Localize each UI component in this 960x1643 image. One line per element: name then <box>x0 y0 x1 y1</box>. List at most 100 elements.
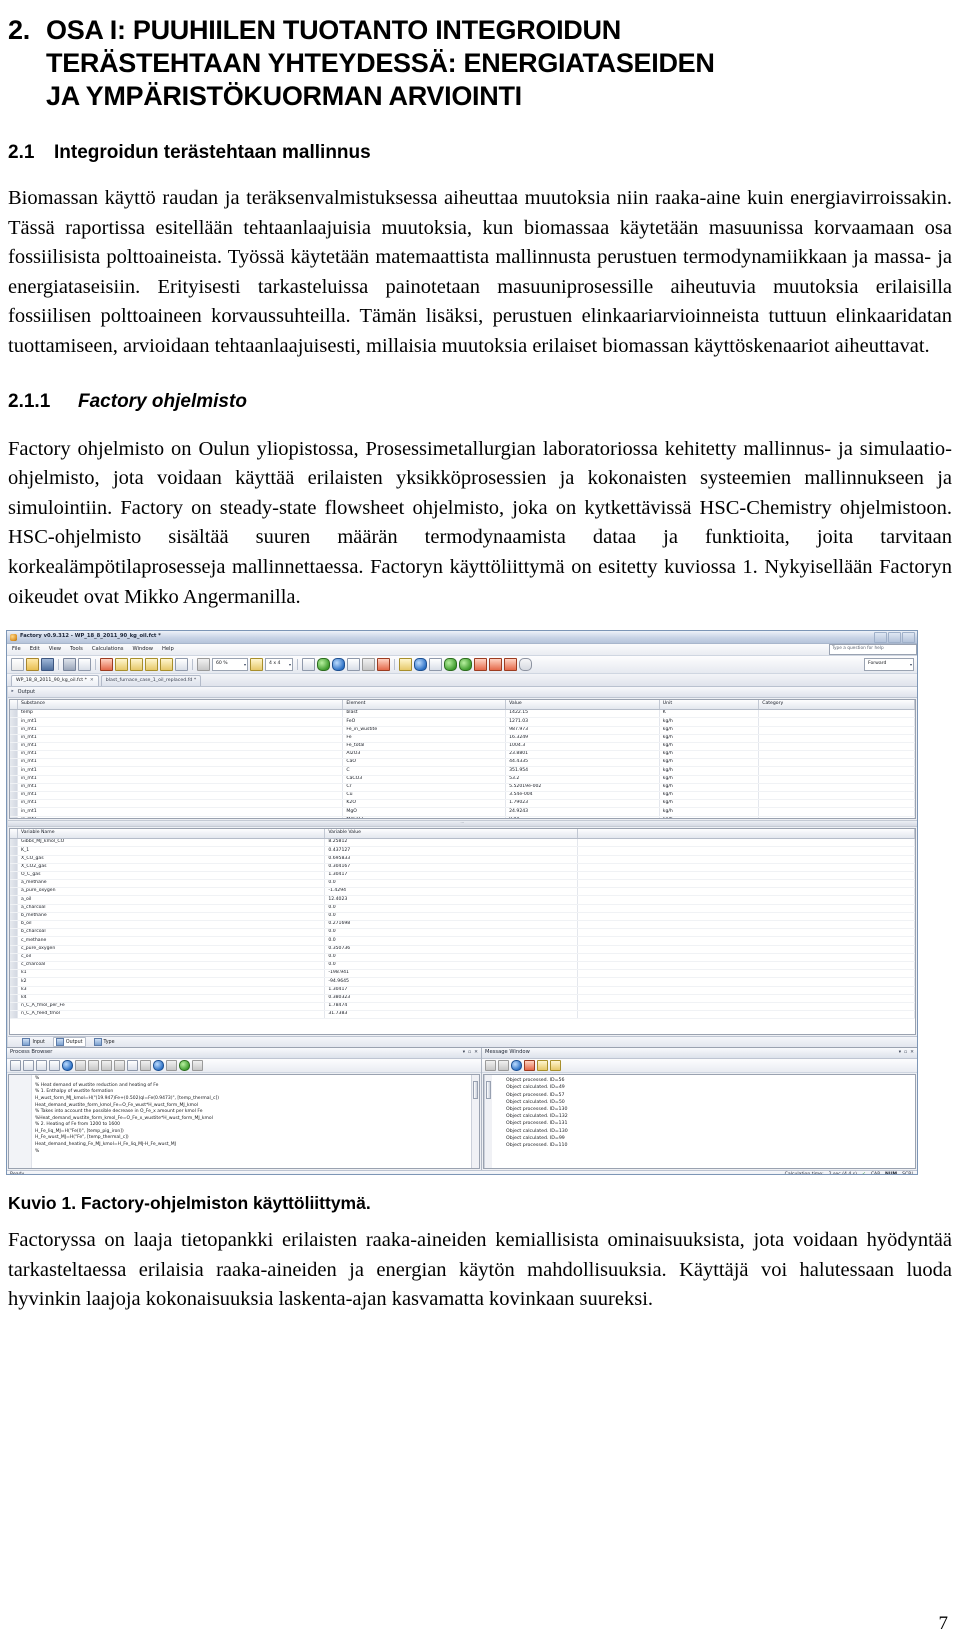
table-row[interactable]: in_mt1 Cu 3.54e-004 kg/h <box>10 791 915 801</box>
table-row[interactable]: O_C_gas 1.30417 <box>10 871 915 881</box>
message-window-toolbar[interactable] <box>482 1059 917 1074</box>
table-row[interactable]: in_mt1 Fe_in_wustite 987.973 kg/h <box>10 726 915 735</box>
copy-icon[interactable] <box>511 1060 522 1072</box>
variables-table-body[interactable]: Gibbs_MJ_kmol_CO 8.25812 K_1 0.437127 X_CO_g… <box>10 838 915 1020</box>
zoom-target-icon[interactable] <box>197 658 210 672</box>
menu-item-view[interactable]: View <box>49 646 61 652</box>
cut-icon[interactable] <box>332 658 345 672</box>
output-grid[interactable]: Substance Element Value Unit Category te… <box>9 699 916 820</box>
document-tab-fd[interactable]: blast_furnace_case_1_oil_replaced.fd * <box>100 675 202 687</box>
document-tabstrip[interactable]: WP_18_8_2011_90_kg_oil.fct * ✕ blast_fur… <box>7 674 917 688</box>
save-script-icon[interactable] <box>88 1060 99 1072</box>
io-tab-type[interactable]: Type <box>92 1038 117 1047</box>
table-row[interactable]: X_CO2_gas 0.304167 <box>10 863 915 872</box>
clear-icon[interactable] <box>524 1060 535 1072</box>
output-table-body[interactable]: temp blast 1422.15 Kin_mt1 FeO 1271.03 kg/h in_… <box>10 709 915 819</box>
grid-snap-icon[interactable] <box>250 658 263 672</box>
message-lines[interactable]: Object processed. ID=56 Object calculated… <box>492 1075 915 1168</box>
variables-grid[interactable]: Variable Name Variable Value Gibbs_MJ_km… <box>9 828 916 1036</box>
io-tab-output[interactable]: Output <box>52 1037 86 1048</box>
table-row[interactable]: in_mt1 K2O 1.79023 kg/h <box>10 799 915 809</box>
table-row[interactable]: c_oil 0.0 <box>10 953 915 962</box>
find-icon[interactable] <box>153 1060 164 1072</box>
table-row[interactable]: temp blast 1422.15 K <box>10 709 915 719</box>
menu-item-window[interactable]: Window <box>132 646 152 652</box>
table-row[interactable]: in_mt1 C 351.954 kg/h <box>10 766 915 776</box>
message-window-list-area[interactable]: Object processed. ID=56 Object calculated… <box>483 1074 916 1170</box>
flowsheet-red-icon[interactable] <box>100 658 113 672</box>
layout-icon[interactable] <box>429 658 442 672</box>
menu-item-file[interactable]: File <box>12 646 21 652</box>
table-row[interactable]: in_mt1 MgO 24.9243 kg/h <box>10 807 915 817</box>
calc2-icon[interactable] <box>489 658 502 672</box>
indent-right-icon[interactable] <box>23 1060 34 1072</box>
minimize-icon[interactable] <box>874 631 887 643</box>
column-header-variable-value[interactable]: Variable Value <box>324 829 579 840</box>
close-icon[interactable]: ✕ <box>474 1050 478 1056</box>
output-table[interactable]: Substance Element Value Unit Category te… <box>10 700 915 819</box>
chevron-down-icon[interactable]: ▾ <box>289 662 291 667</box>
chevron-down-icon[interactable]: ▾ <box>244 662 246 667</box>
flowsheet-help-icon[interactable] <box>115 658 128 672</box>
table-icon[interactable] <box>175 658 188 672</box>
table-row[interactable]: X_CO_gas 0.695833 <box>10 855 915 864</box>
check-icon[interactable] <box>444 658 457 672</box>
warnings-icon[interactable] <box>537 1060 548 1072</box>
chevron-right-icon[interactable]: ▸ <box>11 689 13 695</box>
maximize-icon[interactable]: ▫ <box>904 1050 907 1056</box>
io-tabstrip[interactable]: Input Output Type <box>8 1036 917 1048</box>
new-script-icon[interactable] <box>62 1060 73 1072</box>
column-header-blank[interactable] <box>577 829 915 840</box>
table-row[interactable]: in_mt1 FeO 1271.03 kg/h <box>10 717 915 727</box>
move-up-icon[interactable] <box>36 1060 47 1072</box>
print-preview-icon[interactable] <box>78 658 91 672</box>
window-controls[interactable] <box>874 631 915 643</box>
forward-icon[interactable] <box>498 1060 509 1072</box>
variables-table[interactable]: Variable Name Variable Value Gibbs_MJ_km… <box>10 829 915 1020</box>
stop-icon[interactable] <box>192 1060 203 1072</box>
grid-size-dropdown[interactable]: 4 x 4 ▾ <box>265 658 293 672</box>
print-icon[interactable] <box>63 658 76 672</box>
table-row[interactable]: c_methane 0.0 <box>10 936 915 946</box>
column-header-unit[interactable]: Unit <box>659 700 760 711</box>
code-vertical-scrollbar[interactable] <box>471 1075 479 1169</box>
errors-icon[interactable] <box>550 1060 561 1072</box>
table-row[interactable]: b_methane 0.0 <box>10 912 915 922</box>
open-script-icon[interactable] <box>75 1060 86 1072</box>
pane-splitter[interactable]: ⋯ <box>8 820 917 828</box>
zoom-level-dropdown[interactable]: 60 % ▾ <box>212 658 248 672</box>
help-search-input[interactable]: Type a question for help <box>829 644 917 656</box>
close-icon[interactable]: ✕ <box>910 1050 914 1056</box>
new-document-icon[interactable] <box>11 658 24 672</box>
table-row[interactable]: in_mt1 CaO 44.4335 kg/h <box>10 758 915 768</box>
flowsheet-yellow1-icon[interactable] <box>130 658 143 672</box>
maximize-icon[interactable]: ▫ <box>468 1050 471 1056</box>
globe-icon[interactable] <box>414 658 427 672</box>
table-row[interactable]: k1 -198.941 <box>10 969 915 979</box>
paste-icon[interactable] <box>127 1060 138 1072</box>
table-row[interactable]: a_oil 12.4023 <box>10 895 915 905</box>
table-row[interactable]: in_mt1 Fe 16.3249 kg/h <box>10 734 915 743</box>
process-browser-toolbar[interactable] <box>7 1059 481 1074</box>
scrollbar-thumb[interactable] <box>486 1081 491 1100</box>
table-row[interactable]: K_1 0.437127 <box>10 846 915 856</box>
run-icon[interactable] <box>179 1060 190 1072</box>
move-down-icon[interactable] <box>49 1060 60 1072</box>
check-all-icon[interactable] <box>459 658 472 672</box>
minimize-icon[interactable]: ▾ <box>463 1050 465 1056</box>
lock-icon[interactable] <box>399 658 412 672</box>
table-row[interactable]: k4 0.380323 <box>10 994 915 1003</box>
column-header-substance[interactable]: Substance <box>17 700 344 711</box>
table-row[interactable]: b_oil 0.271698 <box>10 920 915 930</box>
copy-icon[interactable] <box>347 658 360 672</box>
column-header-variable-name[interactable]: Variable Name <box>17 829 326 840</box>
save-disk-icon[interactable] <box>41 658 54 672</box>
table-row[interactable]: k3 1.30417 <box>10 986 915 995</box>
replace-icon[interactable] <box>166 1060 177 1072</box>
app-toolbar[interactable]: 60 % ▾ 4 x 4 ▾ Forward ▾ <box>7 656 917 675</box>
cut-icon[interactable] <box>101 1060 112 1072</box>
table-row[interactable]: in_mt1 Fe_total 1004.3 kg/h <box>10 742 915 752</box>
table-row[interactable]: c_charcoal 0.0 <box>10 961 915 971</box>
menu-item-edit[interactable]: Edit <box>30 646 40 652</box>
db-icon[interactable] <box>302 658 315 672</box>
